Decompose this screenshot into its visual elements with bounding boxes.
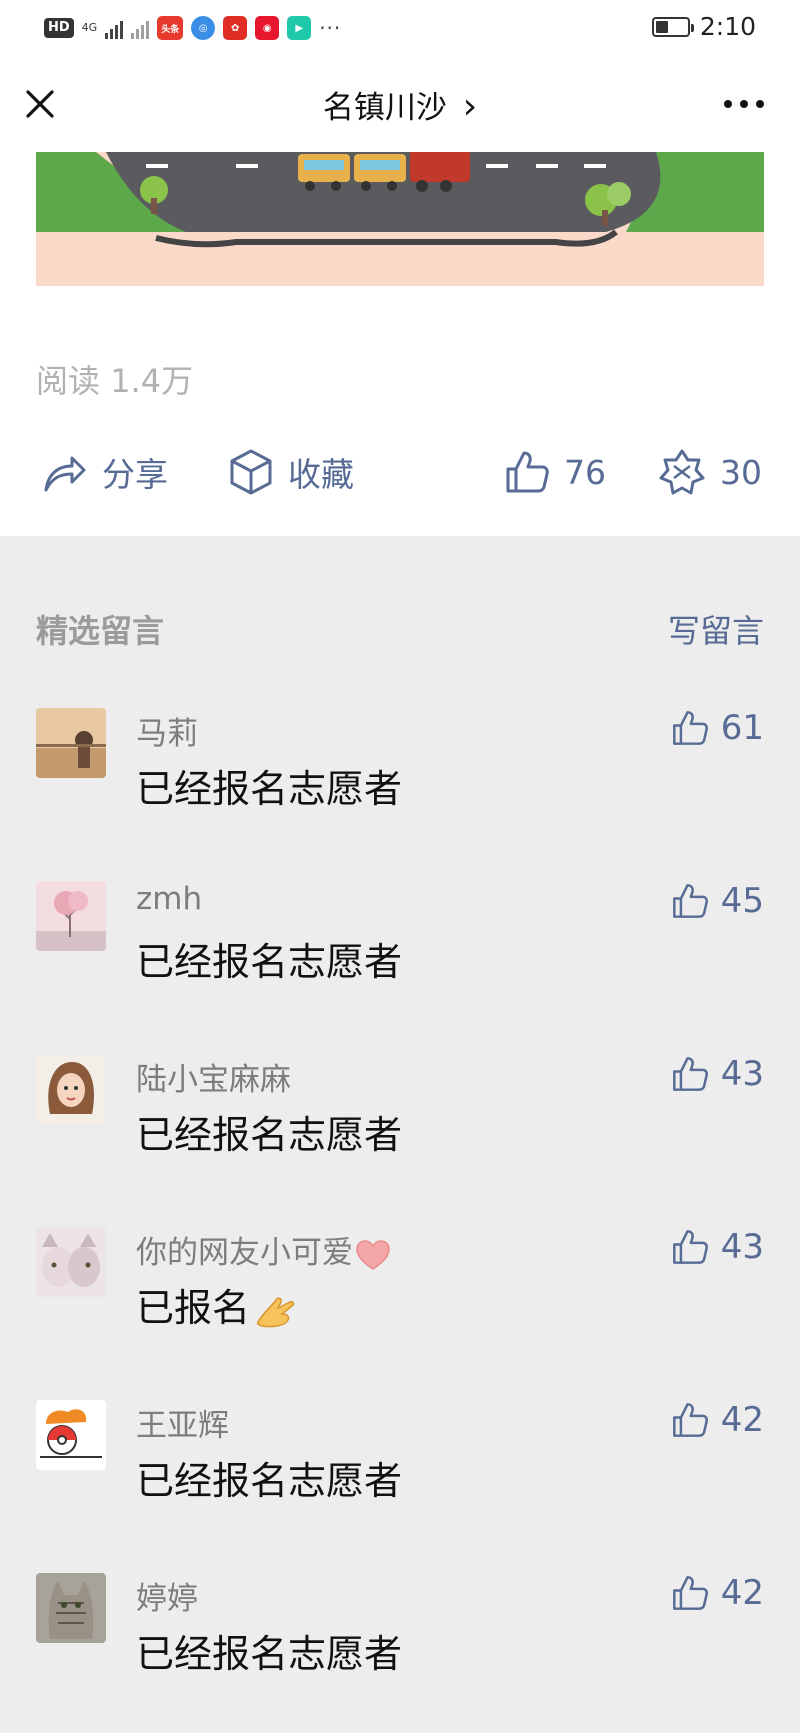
comment-like-button[interactable]: 42	[671, 1573, 764, 1613]
comment-text: 已经报名志愿者	[136, 767, 403, 811]
avatar[interactable]	[36, 881, 106, 951]
like-icon	[672, 884, 708, 918]
comment-text: 已经报名志愿者	[136, 1632, 403, 1676]
avatar[interactable]	[36, 1400, 106, 1470]
comment-item: 你的网友小可爱 已报名 43	[0, 1227, 800, 1377]
like-icon	[672, 1576, 708, 1610]
comments-section: 精选留言 写留言 马莉 已经报名志愿者 61 zmh 已经报名志愿者 45 陆小…	[0, 536, 800, 1733]
comment-like-count: 42	[720, 1400, 764, 1440]
comment-text: 已经报名志愿者	[136, 940, 403, 984]
toutiao-app-icon: 头条	[157, 16, 184, 40]
comment-like-button[interactable]: 45	[671, 881, 764, 921]
comment-author: 王亚辉	[136, 1408, 229, 1444]
comment-text: 已报名	[136, 1277, 296, 1332]
nav-bar: 名镇川沙 ›	[0, 56, 800, 152]
comment-item: 婷婷 已经报名志愿者 42	[0, 1573, 800, 1723]
comment-text: 已经报名志愿者	[136, 1113, 403, 1157]
read-label: 阅读	[36, 362, 101, 400]
avatar[interactable]	[36, 1054, 106, 1124]
comments-header: 精选留言 写留言	[36, 606, 764, 650]
account-title[interactable]: 名镇川沙 ›	[0, 82, 800, 127]
comment-like-button[interactable]: 43	[671, 1227, 764, 1267]
favorite-icon	[230, 449, 272, 495]
comment-like-button[interactable]: 43	[671, 1054, 764, 1094]
like-icon	[672, 1057, 708, 1091]
wow-button[interactable]: 30	[658, 442, 762, 502]
article-actions: 分享 收藏 76 30	[0, 442, 800, 502]
read-value: 1.4万	[110, 362, 194, 400]
article-image	[36, 152, 764, 286]
pinduoduo-app-icon: ✿	[223, 16, 248, 40]
like-icon	[672, 1230, 708, 1264]
comment-like-button[interactable]: 61	[671, 708, 764, 748]
comment-author: zmh	[136, 881, 203, 917]
comment-like-count: 45	[720, 881, 764, 921]
comments-title: 精选留言	[36, 612, 165, 650]
comment-item: 王亚辉 已经报名志愿者 42	[0, 1400, 800, 1550]
like-count: 76	[564, 452, 606, 492]
account-name: 名镇川沙	[322, 90, 447, 126]
comment-item: 陆小宝麻麻 已经报名志愿者 43	[0, 1054, 800, 1204]
like-icon	[672, 711, 708, 745]
clock: 2:10	[699, 12, 756, 41]
share-icon	[44, 456, 86, 492]
comment-author: 你的网友小可爱	[136, 1227, 391, 1272]
comment-like-count: 43	[720, 1227, 764, 1267]
status-bar: HD 4G 头条 ◎ ✿ ◉ ▶ ··· 2:10	[0, 0, 800, 56]
avatar[interactable]	[36, 708, 106, 778]
comment-author-name: 你的网友小可爱	[136, 1235, 353, 1271]
comment-like-count: 61	[720, 708, 764, 748]
comment-author: 婷婷	[136, 1581, 198, 1617]
network-type: 4G	[81, 21, 98, 34]
comment-item: 马莉 已经报名志愿者 61	[0, 708, 800, 858]
favorite-label: 收藏	[288, 455, 354, 494]
comment-like-button[interactable]: 42	[671, 1400, 764, 1440]
like-icon	[506, 451, 549, 493]
comment-text: 已经报名志愿者	[136, 1459, 403, 1503]
status-left: HD 4G 头条 ◎ ✿ ◉ ▶ ···	[44, 14, 341, 42]
comment-like-count: 42	[720, 1573, 764, 1613]
heart-emoji	[356, 1239, 390, 1270]
chevron-right-icon: ›	[462, 86, 478, 127]
favorite-button[interactable]: 收藏	[228, 442, 354, 502]
ok-hand-emoji	[257, 1297, 295, 1327]
video-app-icon: ▶	[287, 16, 312, 40]
hd-indicator: HD	[44, 18, 74, 38]
weibo-app-icon: ◉	[255, 16, 280, 40]
write-comment-button[interactable]: 写留言	[668, 606, 764, 652]
read-count: 阅读 1.4万	[36, 356, 193, 402]
comment-text-body: 已报名	[136, 1286, 251, 1330]
more-notifications-icon: ···	[319, 16, 342, 40]
signal-icon	[105, 17, 124, 39]
comment-item: zmh 已经报名志愿者 45	[0, 881, 800, 1031]
status-right: 2:10	[651, 12, 756, 41]
browser-app-icon: ◎	[191, 16, 216, 40]
like-button[interactable]: 76	[504, 442, 606, 502]
signal-2-icon	[131, 17, 150, 39]
article-footer: 阅读 1.4万 分享 收藏 76 30	[0, 152, 800, 536]
comment-like-count: 43	[720, 1054, 764, 1094]
wow-count: 30	[720, 452, 762, 492]
wow-icon	[659, 449, 705, 495]
comment-author: 陆小宝麻麻	[136, 1062, 291, 1098]
avatar[interactable]	[36, 1573, 106, 1643]
comment-author: 马莉	[136, 716, 198, 752]
like-icon	[672, 1403, 708, 1437]
battery-icon	[651, 16, 694, 37]
more-icon[interactable]	[724, 90, 764, 118]
share-label: 分享	[102, 455, 168, 494]
avatar[interactable]	[36, 1227, 106, 1297]
share-button[interactable]: 分享	[42, 442, 168, 502]
